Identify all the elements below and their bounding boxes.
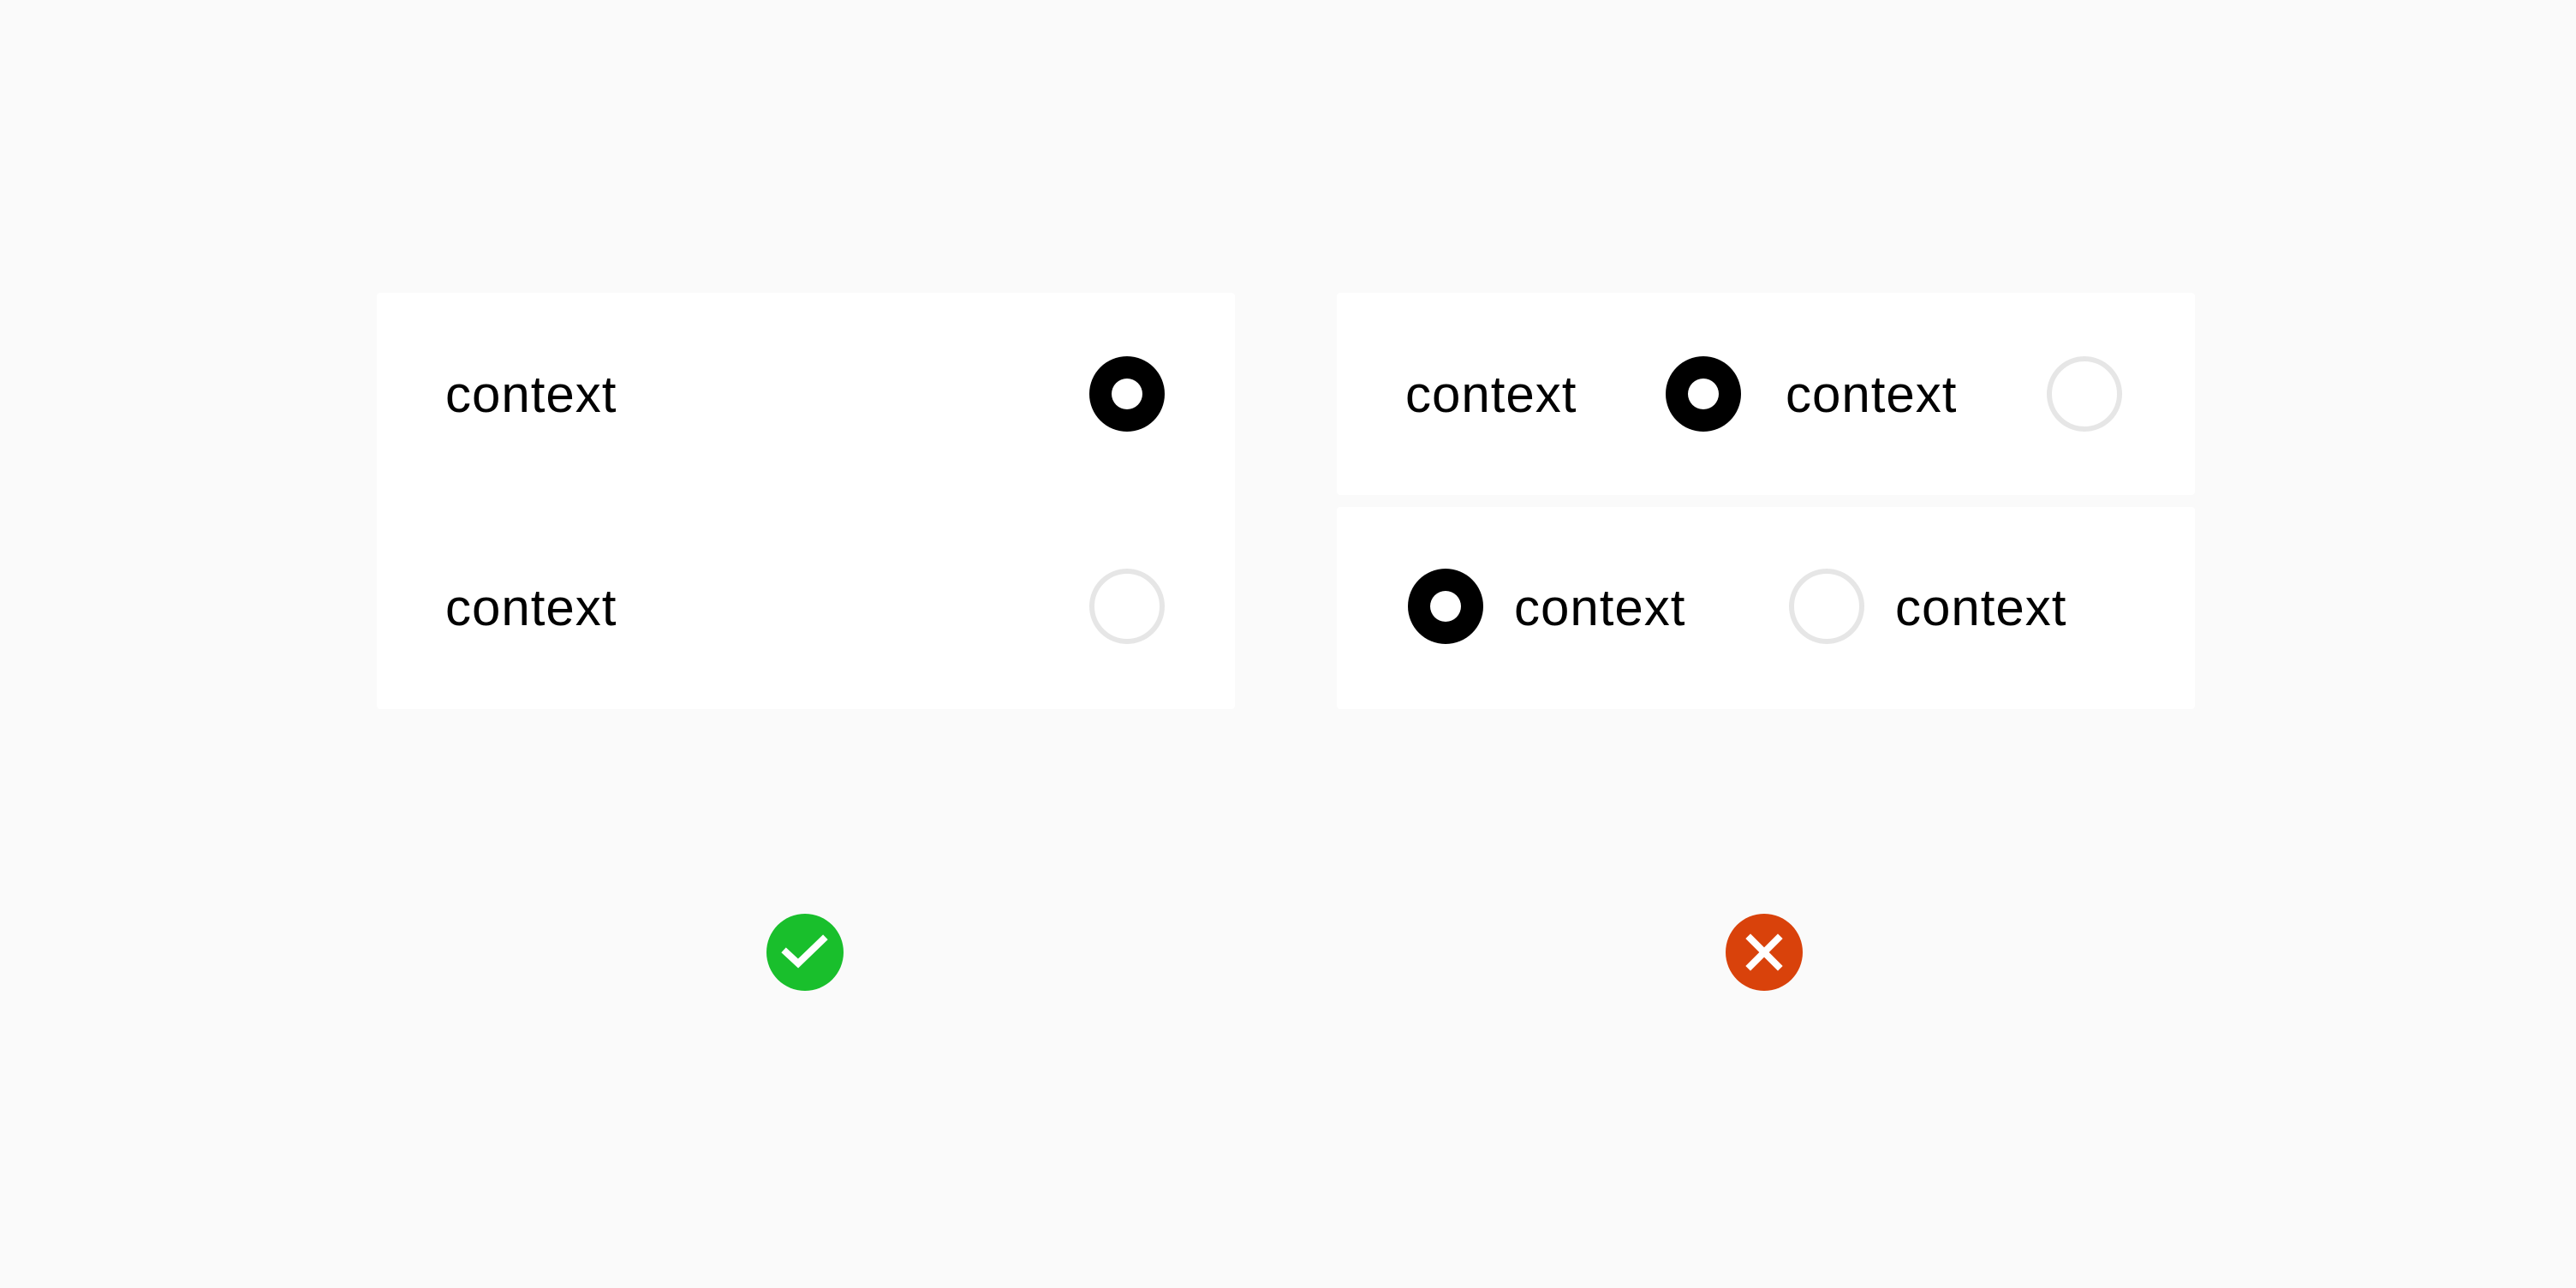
radio-button-selected[interactable] bbox=[1408, 569, 1483, 644]
radio-dot bbox=[1688, 379, 1719, 409]
bad-example-row-2: context context bbox=[1337, 507, 2195, 709]
radio-button-selected[interactable] bbox=[1089, 356, 1165, 432]
check-icon bbox=[781, 934, 828, 969]
option-label: context bbox=[445, 366, 617, 423]
x-circle-icon bbox=[1726, 914, 1803, 991]
option-label: context bbox=[1895, 579, 2067, 636]
x-icon bbox=[1745, 933, 1783, 971]
radio-dot bbox=[1112, 379, 1142, 409]
check-circle-icon bbox=[766, 914, 844, 991]
option-label: context bbox=[1786, 366, 1958, 423]
option-label: context bbox=[445, 579, 617, 636]
bad-example-row-1: context context bbox=[1337, 293, 2195, 495]
option-label: context bbox=[1514, 579, 1686, 636]
radio-dot bbox=[1430, 591, 1461, 622]
radio-button-selected[interactable] bbox=[1666, 356, 1741, 432]
option-label: context bbox=[1405, 366, 1577, 423]
radio-button-unselected[interactable] bbox=[1789, 569, 1864, 644]
good-example-panel: context context bbox=[377, 293, 1235, 709]
radio-button-unselected[interactable] bbox=[2047, 356, 2122, 432]
radio-button-unselected[interactable] bbox=[1089, 569, 1165, 644]
